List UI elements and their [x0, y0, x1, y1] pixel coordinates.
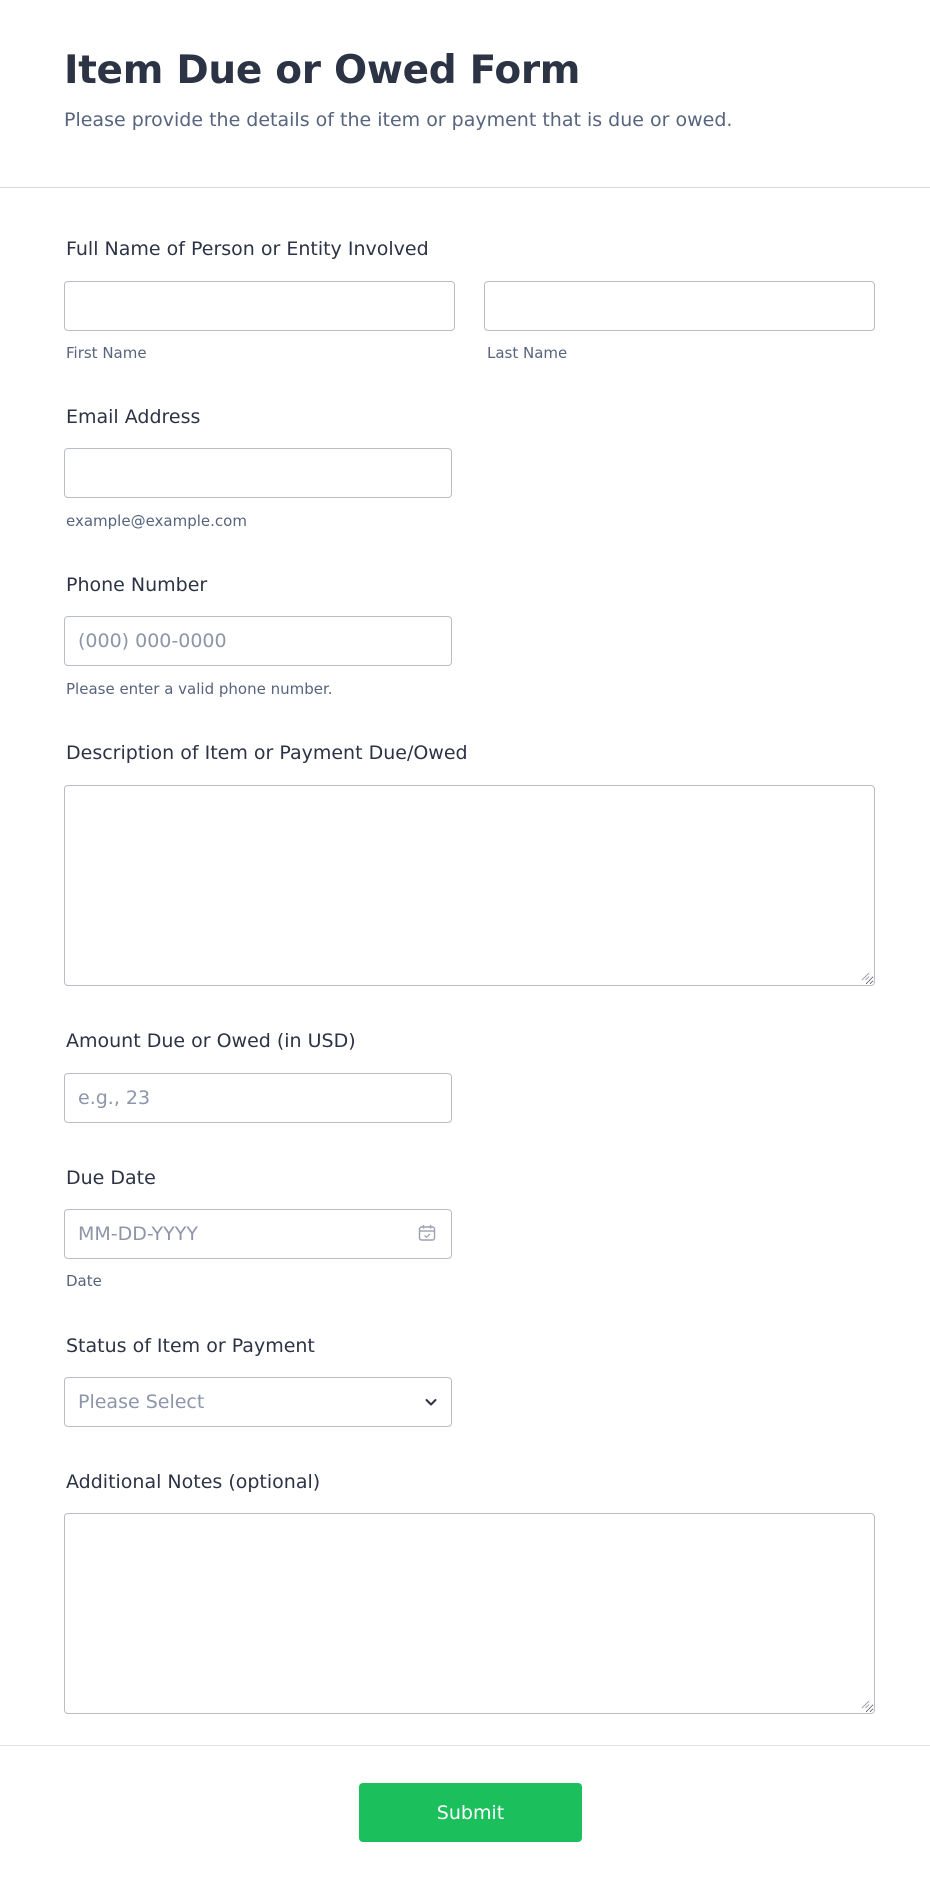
first-name-input[interactable] [64, 281, 455, 331]
phone-sublabel: Please enter a valid phone number. [66, 680, 333, 698]
amount-label: Amount Due or Owed (in USD) [66, 1030, 356, 1052]
full-name-label: Full Name of Person or Entity Involved [66, 238, 429, 260]
phone-input[interactable] [64, 616, 452, 666]
form-header: Item Due or Owed Form Please provide the… [0, 0, 930, 188]
status-selected-value: Please Select [78, 1391, 205, 1413]
page-title: Item Due or Owed Form [64, 48, 581, 93]
due-date-sublabel: Date [66, 1272, 102, 1290]
status-select[interactable]: Please Select [64, 1377, 452, 1427]
notes-label: Additional Notes (optional) [66, 1471, 321, 1493]
chevron-down-icon [425, 1399, 437, 1406]
email-sublabel: example@example.com [66, 512, 247, 530]
submit-button[interactable]: Submit [359, 1783, 582, 1842]
description-label: Description of Item or Payment Due/Owed [66, 742, 468, 764]
form-page: Item Due or Owed Form Please provide the… [0, 0, 930, 1892]
first-name-sublabel: First Name [66, 344, 147, 362]
last-name-input[interactable] [484, 281, 875, 331]
resize-handle-icon[interactable] [861, 972, 870, 981]
phone-label: Phone Number [66, 574, 208, 596]
calendar-icon[interactable] [418, 1224, 436, 1242]
email-field[interactable] [64, 448, 452, 498]
status-label: Status of Item or Payment [66, 1335, 315, 1357]
resize-handle-icon[interactable] [861, 1700, 870, 1709]
amount-input[interactable] [64, 1073, 452, 1123]
last-name-sublabel: Last Name [487, 344, 568, 362]
due-date-label: Due Date [66, 1167, 156, 1189]
description-textarea[interactable] [64, 785, 875, 986]
page-subtitle: Please provide the details of the item o… [64, 109, 733, 131]
due-date-input[interactable] [64, 1209, 452, 1259]
notes-textarea[interactable] [64, 1513, 875, 1714]
email-label: Email Address [66, 406, 201, 428]
